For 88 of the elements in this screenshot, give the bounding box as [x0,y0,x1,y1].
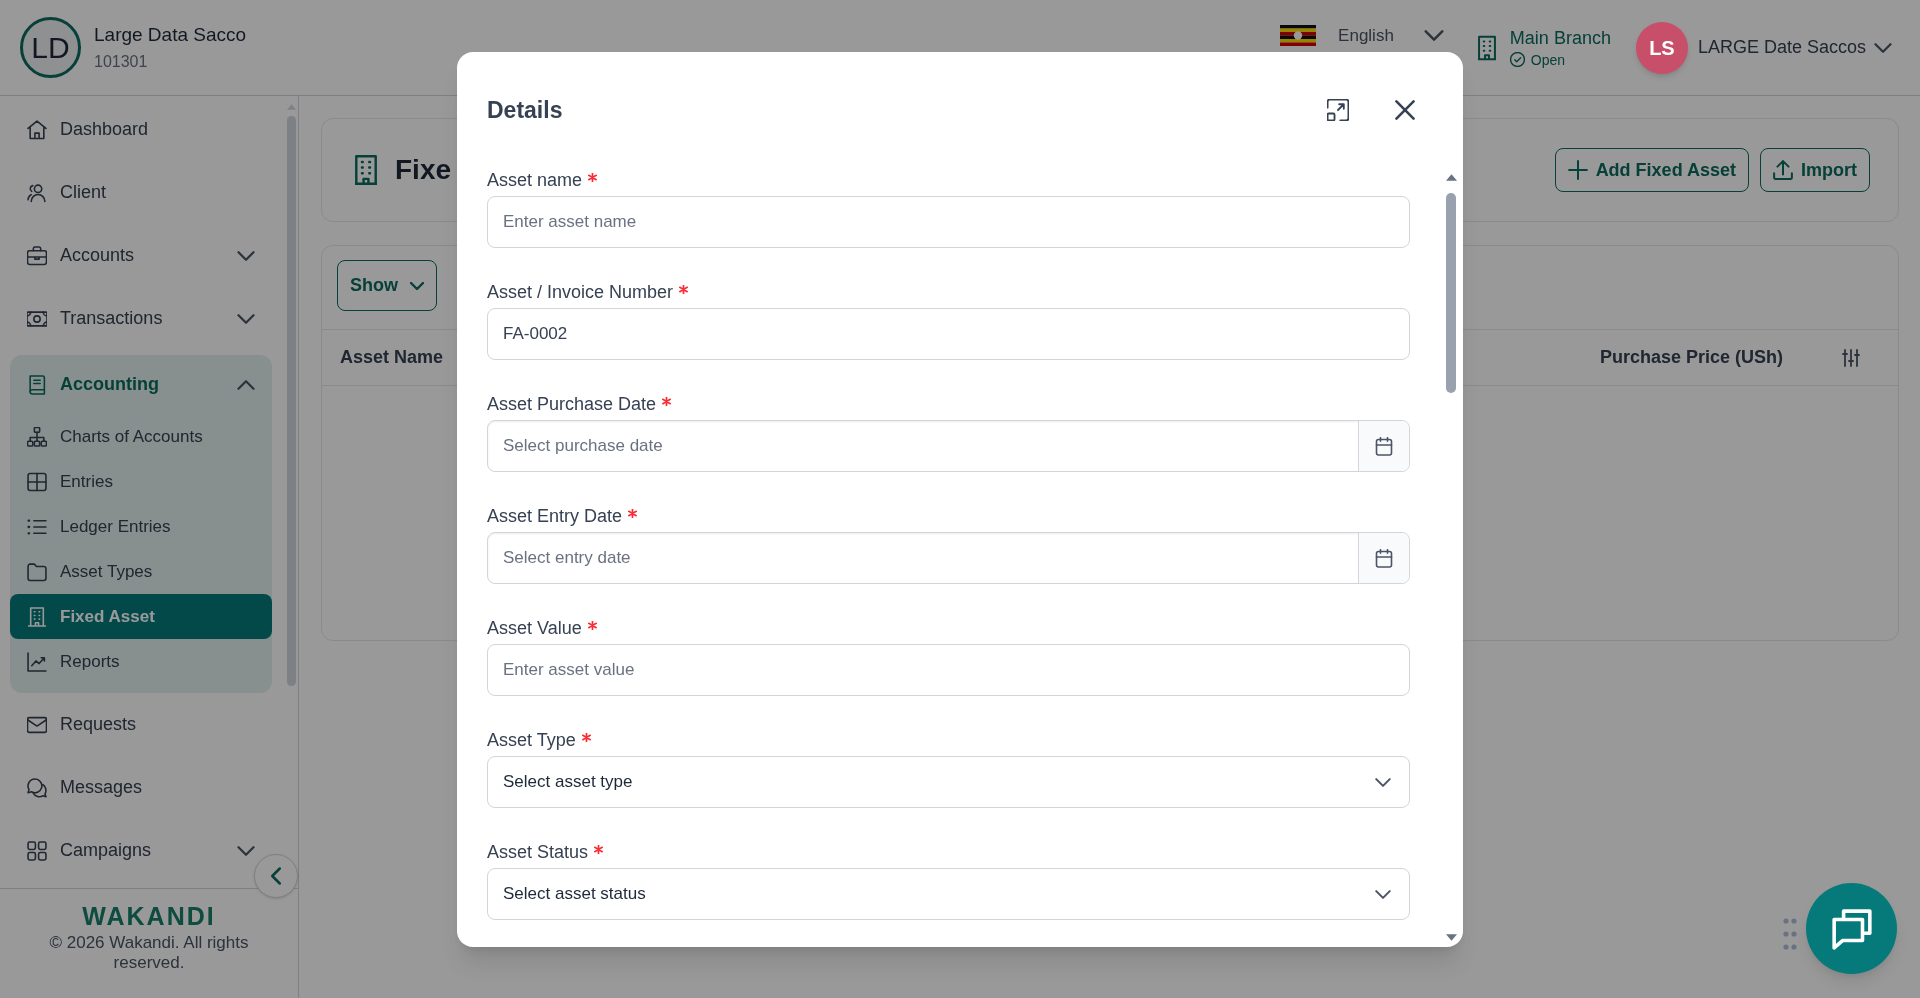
table-icon [27,471,47,492]
dialog-title: Details [487,95,563,125]
field-label: Asset Entry Date [487,505,623,528]
select-field[interactable]: Select asset status [487,868,1410,920]
line-chart-icon [27,651,47,672]
folder-icon [27,561,47,582]
nav-item[interactable]: Messages [10,756,272,819]
nav-subitem[interactable]: Entries [10,459,272,504]
building-icon [27,606,47,627]
nav-item[interactable]: Campaigns [10,819,272,882]
column-header: Asset Name [340,346,444,369]
building-icon [1477,34,1496,61]
column-header: Purchase Price (USh) [1599,346,1783,369]
collapse-sidebar-button[interactable] [254,854,298,898]
show-button[interactable]: Show [337,260,437,311]
import-button[interactable]: Import [1760,148,1870,192]
grid-icon [27,840,47,861]
branch-name[interactable]: Main Branch [1509,26,1611,49]
field-label: Asset Status [487,841,589,864]
building-icon [355,155,377,185]
field-label: Asset Type [487,729,576,752]
nav-item[interactable]: Dashboard [10,98,272,161]
chevron-down-icon [1375,889,1391,899]
chevron-left-icon [271,867,281,885]
nav-item[interactable]: Client [10,161,272,224]
brand-logo: WAKANDI [82,901,216,931]
chat-bubbles-icon [27,777,47,798]
date-field[interactable]: Select entry date [487,532,1410,584]
flag-icon [1280,25,1317,46]
calendar-icon [1375,548,1393,568]
org-code: 101301 [94,51,149,72]
nav-item[interactable]: Transactions [10,287,272,350]
chevron-down-icon [410,281,424,290]
copyright-text: © 2026 Wakandi. All rights reserved. [48,933,250,973]
user-name[interactable]: LARGE Date Saccos [1697,34,1866,61]
users-icon [27,182,47,203]
home-icon [27,119,47,140]
nav-subitem[interactable]: Ledger Entries [10,504,272,549]
chevron-up-icon [237,379,255,390]
page-title: Fixe [395,153,452,187]
nav-subitem[interactable]: Charts of Accounts [10,414,272,459]
select-field[interactable]: Select asset type [487,756,1410,808]
drag-handle-icon[interactable] [1783,918,1797,950]
chevron-down-icon[interactable] [1874,42,1892,53]
nav-subitem[interactable]: Fixed Asset [10,594,272,639]
expand-icon[interactable] [1327,99,1349,121]
scroll-up-arrow-icon[interactable] [1445,174,1457,181]
upload-icon [1773,160,1793,180]
scrollbar-thumb[interactable] [287,116,296,686]
org-name: Large Data Sacco [94,22,247,47]
nav-item[interactable]: Requests [10,693,272,756]
calendar-button[interactable] [1358,533,1409,583]
chevron-down-icon [237,250,255,261]
nav-item[interactable]: Accounting [10,355,272,414]
column-settings-icon[interactable] [1842,346,1860,369]
date-field[interactable]: Select purchase date [487,420,1410,472]
field-label: Asset name [487,169,583,192]
add-button[interactable]: Add Fixed Asset [1554,148,1749,192]
text-field[interactable]: FA-0002 [487,308,1410,360]
user-avatar[interactable]: LS [1635,21,1688,74]
chevron-down-icon [237,845,255,856]
scroll-up-arrow-icon [287,104,296,110]
text-field[interactable]: Enter asset value [487,644,1410,696]
nav-subitem[interactable]: Reports [10,639,272,684]
text-field[interactable]: Enter asset name [487,196,1410,248]
scroll-down-arrow-icon[interactable] [1445,934,1457,941]
chevron-down-icon[interactable] [1423,30,1444,41]
field-label: Asset Value [487,617,582,640]
scrollbar-thumb[interactable] [1446,193,1456,393]
close-icon[interactable] [1395,100,1415,120]
banknote-icon [27,308,47,329]
calendar-icon [1375,436,1393,456]
field-label: Asset Purchase Date [487,393,657,416]
nav-subitem[interactable]: Asset Types [10,549,272,594]
chat-icon [1830,907,1873,950]
sitemap-icon [27,426,47,447]
briefcase-icon [27,245,47,266]
branch-status: Open [1530,50,1566,69]
envelope-icon [27,714,47,735]
calendar-button[interactable] [1358,421,1409,471]
field-label: Asset / Invoice Number [487,281,674,304]
chevron-down-icon [1375,777,1391,787]
language-selector[interactable]: English [1338,25,1394,46]
chevron-down-icon [237,313,255,324]
book-icon [27,374,47,395]
org-avatar: LD [20,17,81,78]
plus-icon [1567,160,1588,180]
nav-item[interactable]: Accounts [10,224,272,287]
